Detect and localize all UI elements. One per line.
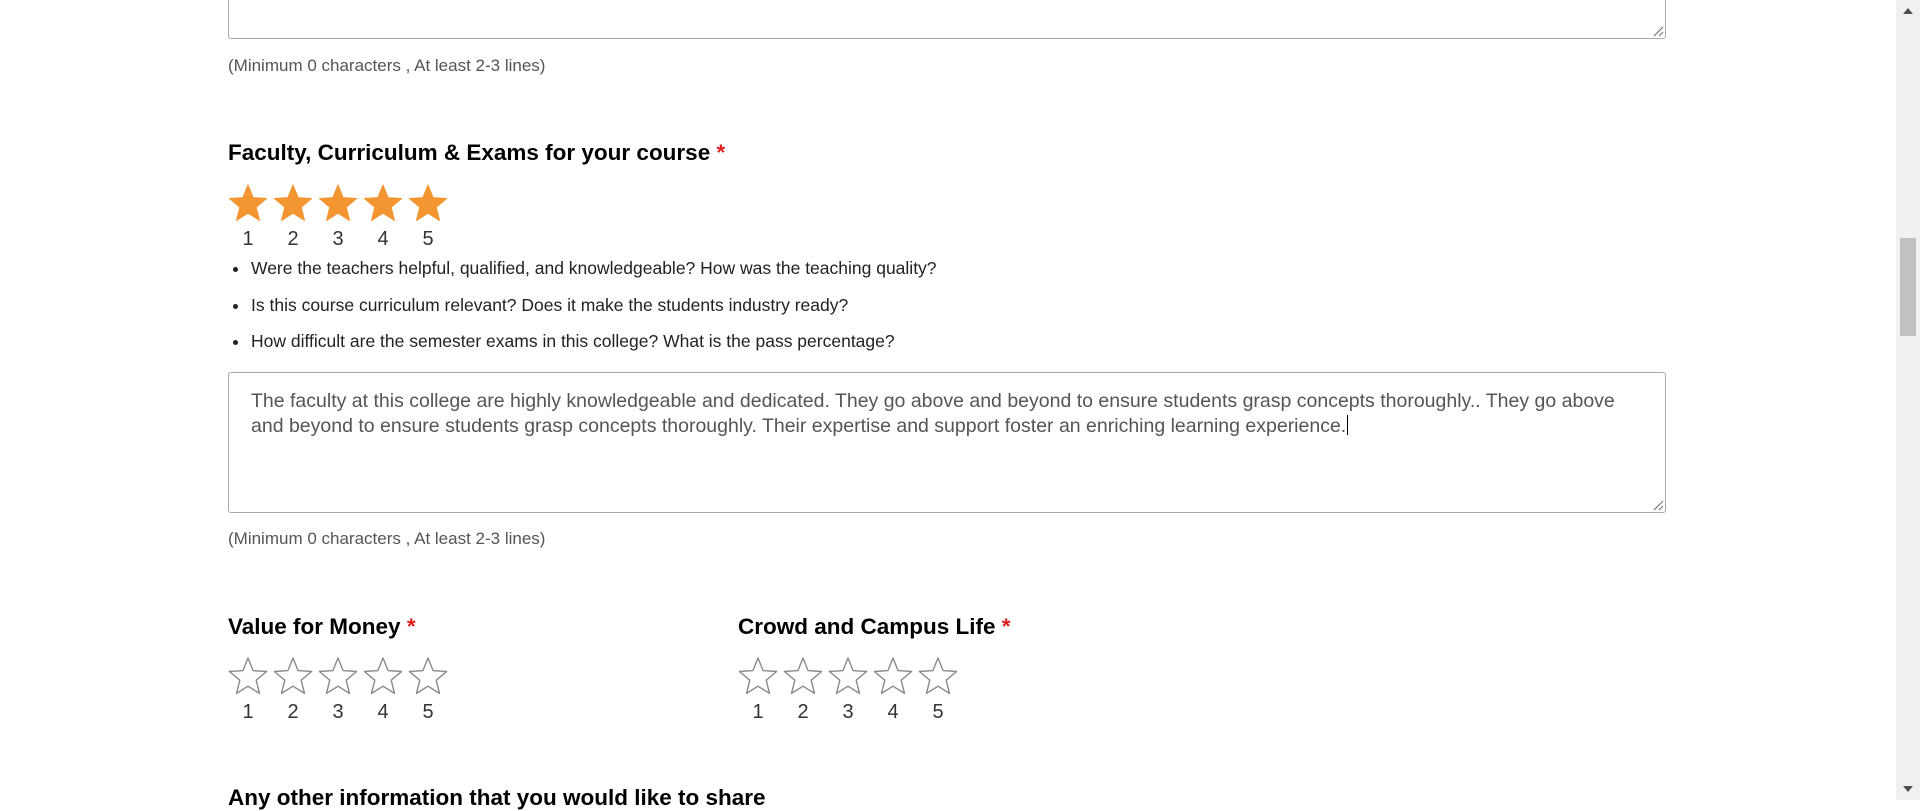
campus-life-star-rating: 1 2 3 4 5 <box>738 656 968 726</box>
star-number-label: 3 <box>332 701 344 723</box>
star-number-label: 3 <box>842 701 854 723</box>
list-item: Is this course curriculum relevant? Does… <box>228 293 937 330</box>
star-number-label: 1 <box>242 228 254 250</box>
faculty-review-textarea[interactable]: The faculty at this college are highly k… <box>228 372 1666 513</box>
resize-grip-icon[interactable] <box>1651 24 1664 37</box>
star-number-label: 2 <box>797 701 809 723</box>
star-empty-icon[interactable] <box>408 656 448 696</box>
star-number-label: 1 <box>752 701 764 723</box>
star-filled-icon[interactable] <box>318 183 358 223</box>
resize-grip-icon[interactable] <box>1651 498 1664 511</box>
star-empty-icon[interactable] <box>783 656 823 696</box>
star-number-label: 5 <box>932 701 944 723</box>
required-mark: * <box>1001 614 1011 639</box>
star-number-label: 4 <box>377 701 389 723</box>
text-caret <box>1347 415 1349 435</box>
scroll-down-arrow-icon[interactable] <box>1896 776 1920 800</box>
value-for-money-title-text: Value for Money <box>228 614 401 639</box>
star-number-label: 2 <box>287 228 299 250</box>
list-item: How difficult are the semester exams in … <box>228 329 937 366</box>
value-for-money-title: Value for Money * <box>228 614 416 640</box>
star-filled-icon[interactable] <box>408 183 448 223</box>
campus-life-title-text: Crowd and Campus Life <box>738 614 996 639</box>
faculty-tips-list: Were the teachers helpful, qualified, an… <box>228 256 937 366</box>
review-form: (Minimum 0 characters , At least 2-3 lin… <box>0 0 1896 810</box>
star-empty-icon[interactable] <box>363 656 403 696</box>
scroll-up-arrow-icon[interactable] <box>1896 0 1920 24</box>
faculty-title-text: Faculty, Curriculum & Exams for your cou… <box>228 140 711 165</box>
star-empty-icon[interactable] <box>318 656 358 696</box>
star-number-label: 5 <box>422 228 434 250</box>
required-mark: * <box>406 614 416 639</box>
other-info-title: Any other information that you would lik… <box>228 785 766 810</box>
star-number-label: 1 <box>242 701 254 723</box>
star-empty-icon[interactable] <box>828 656 868 696</box>
previous-review-textarea[interactable] <box>228 0 1666 39</box>
star-empty-icon[interactable] <box>918 656 958 696</box>
star-number-label: 5 <box>422 701 434 723</box>
previous-review-hint: (Minimum 0 characters , At least 2-3 lin… <box>228 56 546 75</box>
star-number-label: 2 <box>287 701 299 723</box>
faculty-review-value: The faculty at this college are highly k… <box>251 390 1615 437</box>
star-number-label: 3 <box>332 228 344 250</box>
faculty-review-text: The faculty at this college are highly k… <box>251 389 1643 439</box>
scrollbar-thumb[interactable] <box>1900 238 1916 336</box>
star-filled-icon[interactable] <box>228 183 268 223</box>
star-empty-icon[interactable] <box>228 656 268 696</box>
page-scrollbar[interactable] <box>1896 0 1920 800</box>
star-empty-icon[interactable] <box>738 656 778 696</box>
star-empty-icon[interactable] <box>873 656 913 696</box>
star-number-label: 4 <box>377 228 389 250</box>
star-number-label: 4 <box>887 701 899 723</box>
star-empty-icon[interactable] <box>273 656 313 696</box>
faculty-star-rating: 1 2 3 4 5 <box>228 183 458 253</box>
campus-life-title: Crowd and Campus Life * <box>738 614 1011 640</box>
value-for-money-star-rating: 1 2 3 4 5 <box>228 656 458 726</box>
faculty-question-title: Faculty, Curriculum & Exams for your cou… <box>228 140 725 166</box>
list-item: Were the teachers helpful, qualified, an… <box>228 256 937 293</box>
required-mark: * <box>716 140 726 165</box>
star-filled-icon[interactable] <box>363 183 403 223</box>
faculty-review-hint: (Minimum 0 characters , At least 2-3 lin… <box>228 529 546 548</box>
star-filled-icon[interactable] <box>273 183 313 223</box>
